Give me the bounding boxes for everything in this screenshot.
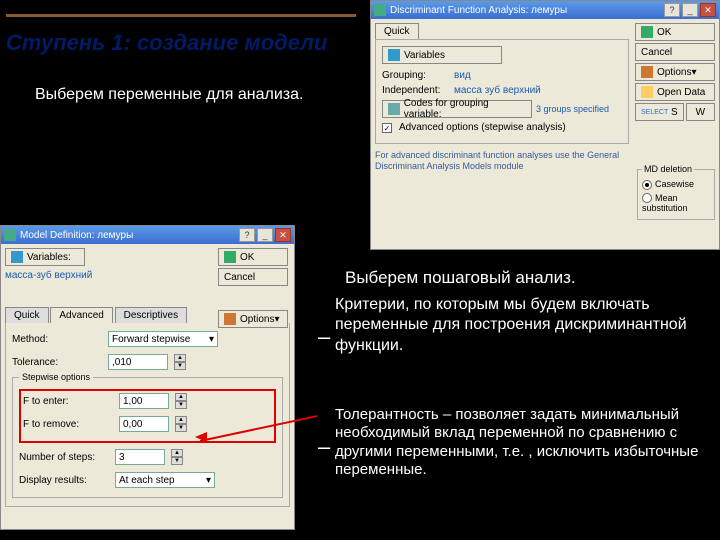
f-enter-label: F to enter: <box>23 396 113 407</box>
cancel-button[interactable]: Cancel <box>635 43 715 61</box>
ok-icon <box>641 26 653 38</box>
s-button[interactable]: SELECT S <box>635 103 684 121</box>
independent-label: Independent: <box>382 85 450 96</box>
codes-value: 3 groups specified <box>536 104 609 114</box>
help-button[interactable]: ? <box>239 228 255 242</box>
display-select[interactable]: At each step▾ <box>115 472 215 488</box>
mean-radio[interactable] <box>642 193 652 203</box>
options-label: Options <box>240 314 274 325</box>
variables-button[interactable]: Variables: <box>5 248 85 266</box>
display-value: At each step <box>119 475 175 486</box>
slide-text-criteria: Критерии, по которым мы будем включать п… <box>335 295 705 356</box>
open-data-button[interactable]: Open Data <box>635 83 715 101</box>
slide-text-vars: Выберем переменные для анализа. <box>35 85 305 106</box>
select-cases-icon: SELECT <box>641 109 668 116</box>
window-title: Discriminant Function Analysis: лемуры <box>390 5 662 16</box>
options-label: Options <box>657 67 691 78</box>
codes-label: Codes for grouping variable: <box>404 98 526 120</box>
variables-label: Variables <box>404 50 445 61</box>
bullet: – <box>318 324 330 350</box>
close-button[interactable]: ✕ <box>275 228 291 242</box>
f-remove-label: F to remove: <box>23 419 113 430</box>
advanced-label: Advanced options (stepwise analysis) <box>399 122 566 133</box>
ok-icon <box>224 251 236 263</box>
display-label: Display results: <box>19 475 109 486</box>
titlebar[interactable]: Discriminant Function Analysis: лемуры ?… <box>371 1 719 19</box>
options-button[interactable]: Options ▾ <box>635 63 715 81</box>
titlebar[interactable]: Model Definition: лемуры ? _ ✕ <box>1 226 294 244</box>
w-button[interactable]: W <box>686 103 715 121</box>
opendata-label: Open Data <box>657 87 705 98</box>
tolerance-input[interactable]: ,010 <box>108 354 168 370</box>
tab-advanced[interactable]: Advanced <box>50 307 112 323</box>
slide-text-tolerance: Толерантность – позволяет задать минимал… <box>335 406 705 479</box>
codes-icon <box>388 103 400 115</box>
tab-descriptives[interactable]: Descriptives <box>115 307 187 323</box>
method-value: Forward stepwise <box>112 334 190 345</box>
casewise-radio[interactable] <box>642 180 652 190</box>
note-text: For advanced discriminant function analy… <box>375 150 629 172</box>
variables-button[interactable]: Variables <box>382 46 502 64</box>
f-remove-input[interactable]: 0,00 <box>119 416 169 432</box>
variables-icon <box>388 49 400 61</box>
tab-quick[interactable]: Quick <box>5 307 49 323</box>
f-enter-input[interactable]: 1,00 <box>119 393 169 409</box>
dialog-model-definition: Model Definition: лемуры ? _ ✕ OK Cancel… <box>0 225 295 530</box>
tolerance-spinner[interactable]: ▲▼ <box>174 354 186 370</box>
md-title: MD deletion <box>642 164 694 174</box>
ok-button[interactable]: OK <box>218 248 288 266</box>
close-button[interactable]: ✕ <box>700 3 716 17</box>
variables-label: Variables: <box>27 252 71 263</box>
help-button[interactable]: ? <box>664 3 680 17</box>
cancel-button[interactable]: Cancel <box>218 268 288 286</box>
app-icon <box>4 229 16 241</box>
steps-spinner[interactable]: ▲▼ <box>171 449 183 465</box>
s-label: S <box>671 107 678 118</box>
steps-input[interactable]: 3 <box>115 449 165 465</box>
dialog-discriminant: Discriminant Function Analysis: лемуры ?… <box>370 0 720 250</box>
folder-icon <box>641 86 653 98</box>
casewise-label: Casewise <box>655 179 694 189</box>
arrow-head <box>195 432 207 442</box>
independent-value: масса зуб верхний <box>454 85 541 96</box>
ok-label: OK <box>240 252 254 263</box>
grouping-label: Grouping: <box>382 70 450 81</box>
options-button[interactable]: Options ▾ <box>218 310 288 328</box>
window-title: Model Definition: лемуры <box>20 230 237 241</box>
f-remove-spinner[interactable]: ▲▼ <box>175 416 187 432</box>
cancel-label: Cancel <box>224 272 255 283</box>
tolerance-label: Tolerance: <box>12 357 102 368</box>
stepwise-group-title: Stepwise options <box>19 372 93 382</box>
options-icon <box>224 313 236 325</box>
steps-label: Number of steps: <box>19 452 109 463</box>
variables-icon <box>11 251 23 263</box>
minimize-button[interactable]: _ <box>682 3 698 17</box>
slide-title: Ступень 1: создание модели <box>6 30 327 56</box>
method-select[interactable]: Forward stepwise▾ <box>108 331 218 347</box>
app-icon <box>374 4 386 16</box>
ok-button[interactable]: OK <box>635 23 715 41</box>
w-label: W <box>696 107 705 118</box>
method-label: Method: <box>12 334 102 345</box>
bullet: – <box>318 434 330 460</box>
cancel-label: Cancel <box>641 47 672 58</box>
tab-quick[interactable]: Quick <box>375 23 419 39</box>
md-deletion-group: MD deletion Casewise Mean substitution <box>637 169 715 220</box>
advanced-checkbox[interactable]: ✓ <box>382 123 392 133</box>
codes-button[interactable]: Codes for grouping variable: <box>382 100 532 118</box>
slide-text-stepwise: Выберем пошаговый анализ. <box>345 268 576 288</box>
f-enter-spinner[interactable]: ▲▼ <box>175 393 187 409</box>
ok-label: OK <box>657 27 671 38</box>
options-icon <box>641 66 653 78</box>
minimize-button[interactable]: _ <box>257 228 273 242</box>
grouping-value: вид <box>454 70 471 81</box>
